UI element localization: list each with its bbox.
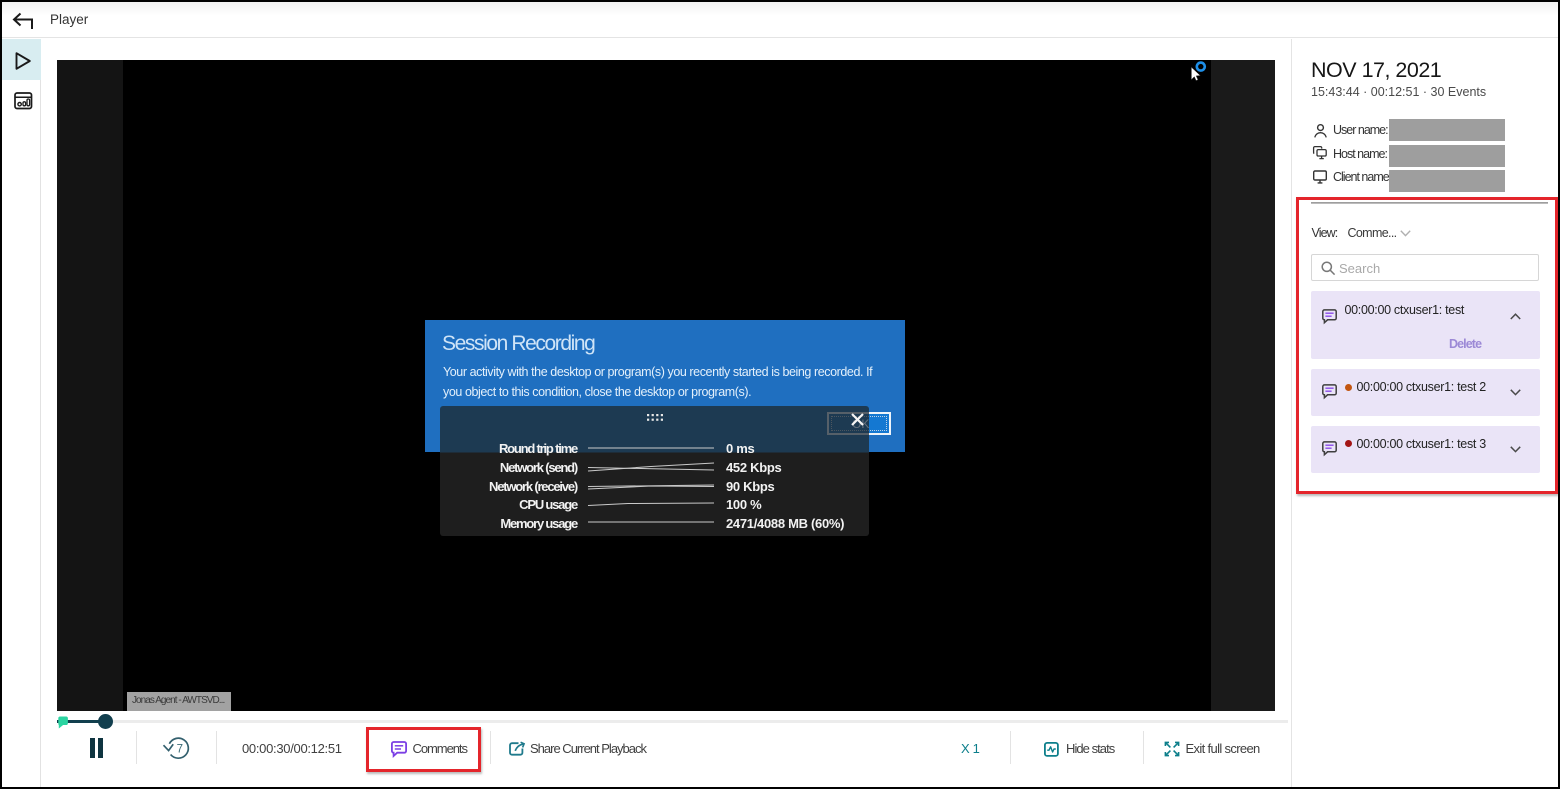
svg-text:7: 7 xyxy=(177,743,183,755)
